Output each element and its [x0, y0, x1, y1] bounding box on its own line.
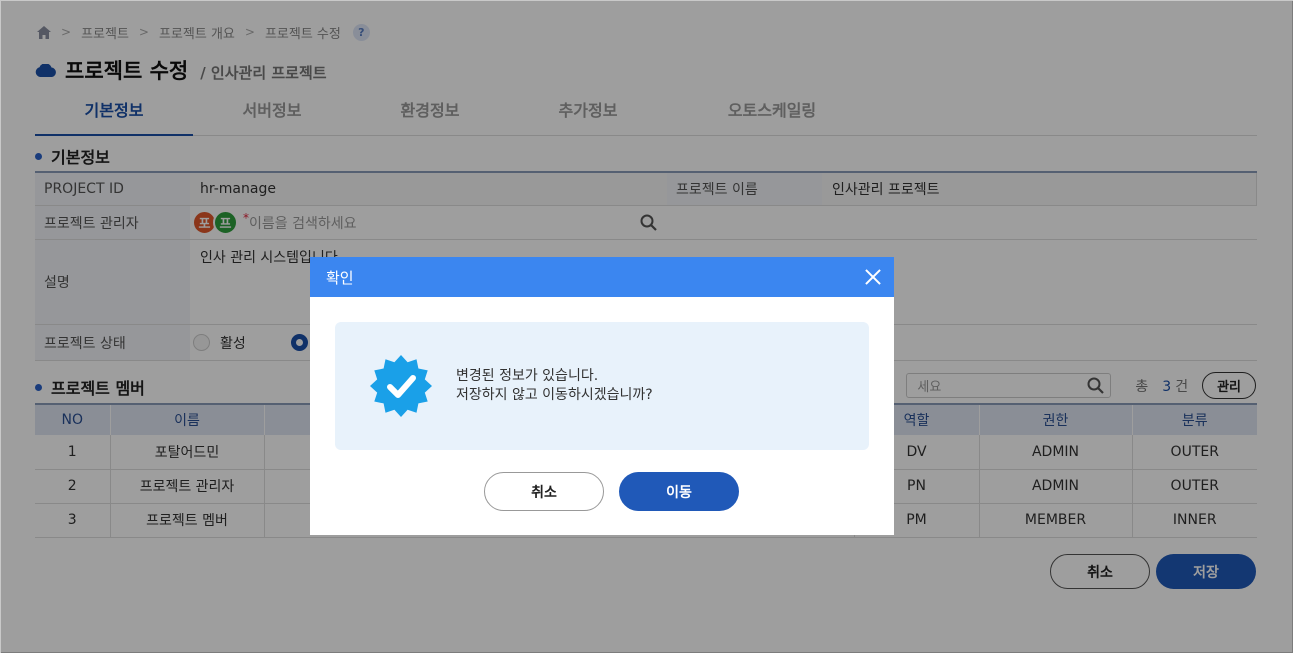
- dialog-message-line: 변경된 정보가 있습니다.: [456, 368, 599, 384]
- dialog-confirm-button[interactable]: 이동: [619, 472, 739, 511]
- dialog-message: 변경된 정보가 있습니다. 저장하지 않고 이동하시겠습니까?: [456, 367, 653, 405]
- dialog-header: 확인: [310, 257, 894, 297]
- dialog-title: 확인: [326, 268, 354, 287]
- dialog-cancel-button[interactable]: 취소: [484, 472, 604, 511]
- dialog-message-line: 저장하지 않고 이동하시겠습니까?: [456, 387, 653, 403]
- confirm-dialog: 확인 변경된 정보가 있습니다. 저장하지 않고 이동하시겠습니까? 취소 이동: [310, 257, 894, 535]
- dialog-actions: 취소 이동: [484, 472, 739, 511]
- verified-badge-icon: [370, 355, 432, 417]
- close-icon[interactable]: [864, 268, 882, 286]
- page: > 프로젝트 > 프로젝트 개요 > 프로젝트 수정 ? 프로젝트 수정 / 인…: [0, 0, 1293, 653]
- dialog-message-box: 변경된 정보가 있습니다. 저장하지 않고 이동하시겠습니까?: [335, 322, 869, 450]
